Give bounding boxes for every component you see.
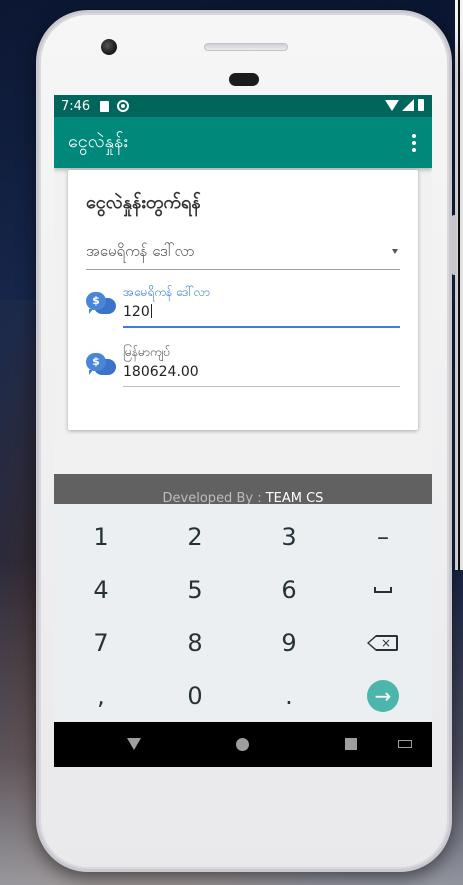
status-time: 7:46 <box>61 98 91 114</box>
phone-screen: 7:46 ငွေလဲနှုန်း ငွေလဲနှုန်းတွက်ရန် အမေရ… <box>54 95 432 767</box>
currency-dropdown[interactable]: အမေရိကန် ဒေါ်လာ <box>86 236 400 270</box>
status-icons <box>385 99 424 111</box>
currency-dropdown-value: အမေရိကန် ဒေါ်လာ <box>86 242 195 260</box>
status-bar: 7:46 <box>54 95 432 117</box>
app-bar: ငွေလဲနှုန်း <box>54 117 432 168</box>
key-8[interactable]: 8 <box>148 617 242 669</box>
battery-icon <box>418 99 424 111</box>
key-backspace[interactable]: × <box>336 617 430 669</box>
front-camera <box>101 39 117 55</box>
key-1[interactable]: 1 <box>54 511 148 563</box>
wifi-icon <box>385 99 399 111</box>
dollar-chat-icon: $ <box>86 353 116 379</box>
signal-icon <box>402 99 414 111</box>
key-enter[interactable]: → <box>336 670 430 722</box>
card-title: ငွေလဲနှုန်းတွက်ရန် <box>86 192 201 213</box>
backspace-icon: × <box>367 635 398 651</box>
more-options-icon[interactable] <box>412 134 416 152</box>
result-field-label: မြန်မာကျပ် <box>123 345 170 359</box>
keyboard-switch-icon[interactable] <box>398 740 412 748</box>
key-comma[interactable]: , <box>54 670 148 722</box>
arrow-right-icon: → <box>367 680 399 712</box>
space-icon <box>374 587 392 593</box>
dollar-chat-icon: $ <box>86 292 116 318</box>
background-window-border <box>458 0 460 570</box>
amount-input-label: အမေရိကန် ဒေါ်လာ <box>123 285 210 299</box>
key-2[interactable]: 2 <box>148 511 242 563</box>
result-field-value: 180624.00 <box>123 364 199 380</box>
proximity-sensor <box>229 73 259 86</box>
result-field[interactable]: မြန်မာကျပ် 180624.00 <box>123 344 400 387</box>
earpiece-speaker <box>204 43 288 51</box>
key-period[interactable]: . <box>242 670 336 722</box>
sync-icon <box>117 100 130 112</box>
key-3[interactable]: 3 <box>242 511 336 563</box>
back-icon[interactable] <box>127 738 141 750</box>
amount-input-value[interactable]: 120 <box>123 304 400 326</box>
app-title: ငွေလဲနှုန်း <box>68 131 128 152</box>
key-space[interactable] <box>336 564 430 616</box>
key-4[interactable]: 4 <box>54 564 148 616</box>
numeric-keyboard: 1 2 3 – 4 5 6 7 8 9 × , 0 . → <box>54 504 432 722</box>
key-minus[interactable]: – <box>336 511 430 563</box>
key-9[interactable]: 9 <box>242 617 336 669</box>
recents-icon[interactable] <box>345 738 357 750</box>
volume-button <box>452 215 456 275</box>
key-6[interactable]: 6 <box>242 564 336 616</box>
key-0[interactable]: 0 <box>148 670 242 722</box>
navigation-bar <box>54 722 432 767</box>
key-5[interactable]: 5 <box>148 564 242 616</box>
home-icon[interactable] <box>236 738 249 751</box>
sd-card-icon <box>100 100 110 112</box>
key-7[interactable]: 7 <box>54 617 148 669</box>
dropdown-arrow-icon <box>392 249 398 254</box>
amount-input[interactable]: အမေရိကန် ဒေါ်လာ 120 <box>123 284 400 328</box>
converter-card: ငွေလဲနှုန်းတွက်ရန် အမေရိကန် ဒေါ်လာ $ အမေ… <box>68 170 418 430</box>
